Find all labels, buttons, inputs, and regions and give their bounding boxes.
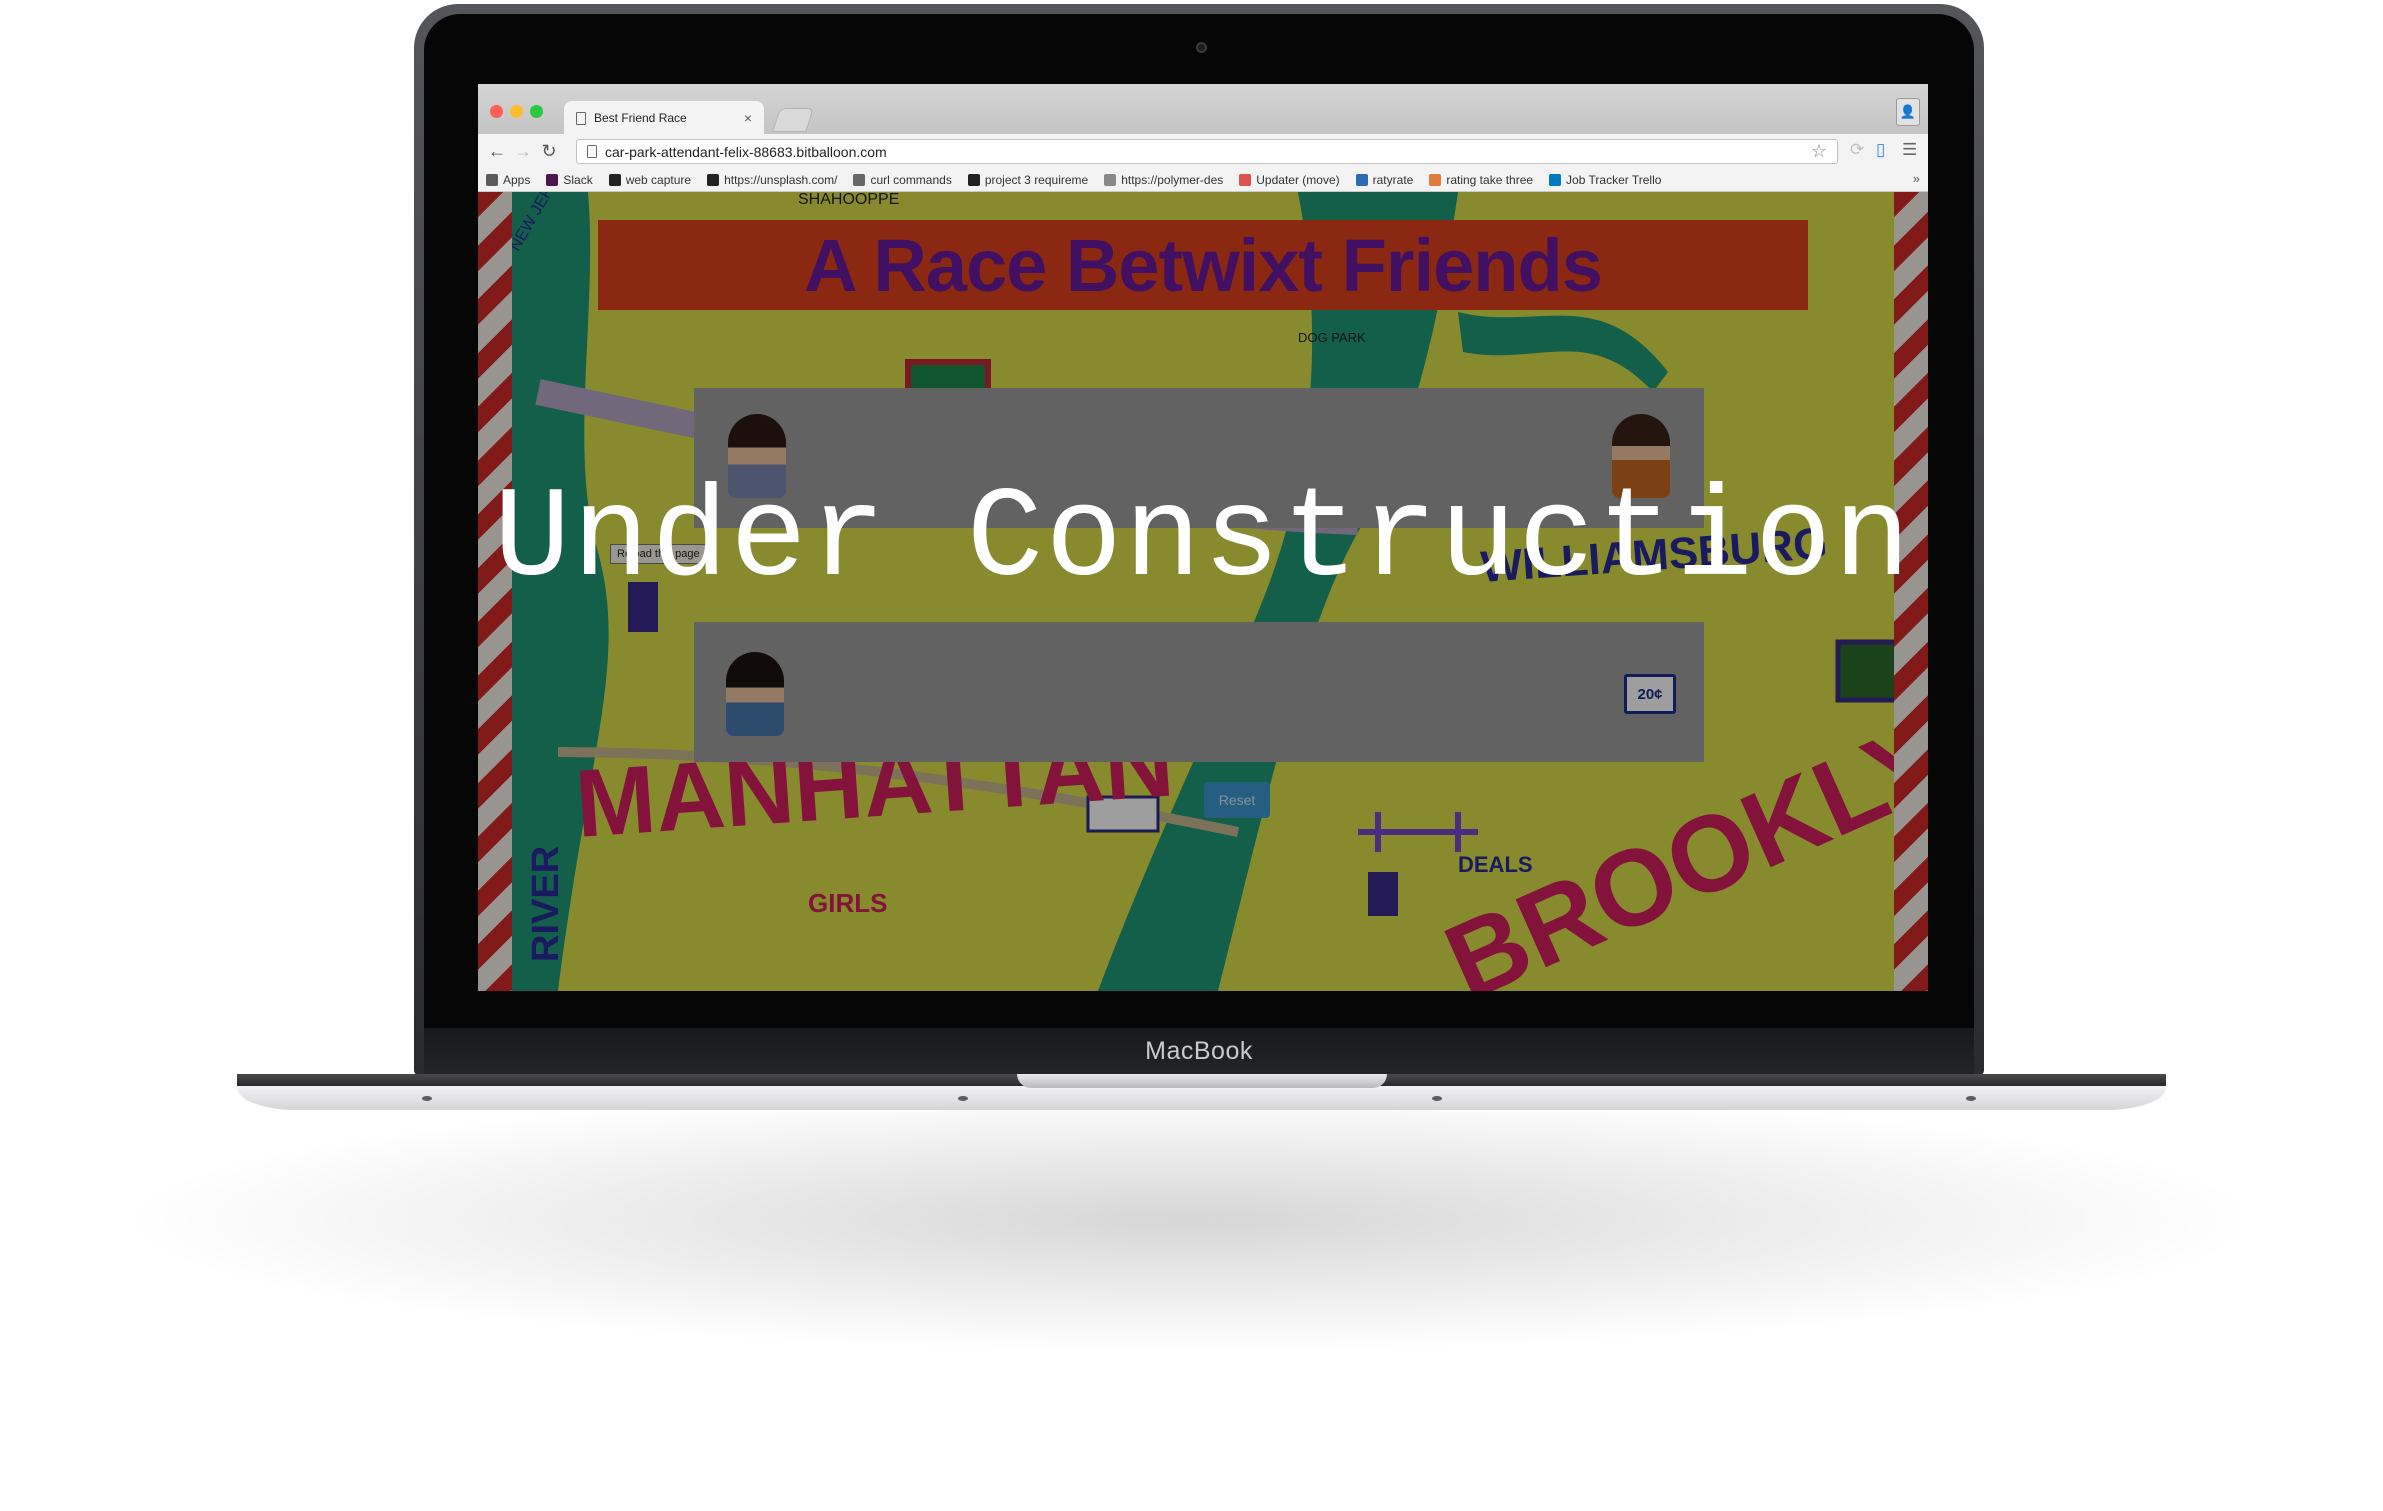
bookmark-item[interactable]: rating take three [1429, 173, 1533, 187]
bookmark-label: https://unsplash.com/ [724, 172, 838, 187]
bookmark-item[interactable]: web capture [608, 172, 692, 187]
laptop-opening-notch [1017, 1074, 1387, 1088]
bookmark-label: Slack [563, 172, 593, 187]
bookmark-star-icon[interactable]: ☆ [1811, 141, 1827, 162]
bookmark-item[interactable]: Slack [546, 172, 593, 187]
tab-title: Best Friend Race [594, 111, 687, 125]
menu-icon[interactable]: ☰ [1902, 140, 1917, 160]
bookmark-item[interactable]: https://unsplash.com/ [707, 173, 837, 187]
address-bar[interactable]: car-park-attendant-felix-88683.bitballoo… [576, 139, 1838, 164]
bookmark-label: rating take three [1446, 172, 1534, 187]
bookmark-label: Apps [503, 172, 531, 187]
slack-icon [546, 173, 559, 186]
page-icon [576, 111, 586, 125]
under-construction-text: Under Construction [493, 468, 1913, 613]
bookmark-label: Job Tracker Trello [1566, 172, 1662, 187]
new-tab-button[interactable] [772, 108, 814, 132]
extension-page-icon[interactable]: ▯ [1876, 140, 1885, 160]
laptop-foot [1432, 1096, 1442, 1101]
laptop-shadow [140, 1090, 2240, 1350]
ratyrate-icon [1355, 173, 1368, 186]
maximize-window-icon[interactable] [530, 105, 543, 118]
bookmark-item[interactable]: ratyrate [1355, 172, 1414, 187]
bookmark-item[interactable]: https://polymer-des [1104, 173, 1223, 187]
reload-icon[interactable]: ↻ [536, 141, 562, 162]
more-bookmarks-chevron-icon[interactable]: » [1913, 171, 1920, 186]
extension-icon[interactable]: ⟳ [1850, 140, 1864, 160]
bookmark-item[interactable]: project 3 requireme [967, 172, 1089, 187]
github-icon [608, 173, 621, 186]
bookmarks-bar: Apps Slack web capture https://unsplash.com… [478, 168, 1928, 192]
bookmark-label: https://polymer-des [1121, 172, 1224, 187]
laptop-base-lip [237, 1086, 2166, 1110]
bookmark-item[interactable]: curl commands [853, 172, 952, 187]
minimize-window-icon[interactable] [510, 105, 523, 118]
url-text: car-park-attendant-felix-88683.bitballoo… [605, 143, 887, 160]
camera-icon [1196, 42, 1207, 53]
close-tab-icon[interactable]: × [744, 110, 752, 126]
bookmark-label: curl commands [870, 172, 952, 187]
bookmark-item[interactable]: Job Tracker Trello [1549, 173, 1661, 187]
slashes-icon [853, 173, 866, 186]
laptop-screen: Best Friend Race × 👤 ← → ↻ car-park-atte… [478, 84, 1928, 991]
camera-icon [707, 173, 720, 186]
document-icon [1104, 173, 1117, 186]
bookmark-label: Updater (move) [1256, 172, 1340, 187]
web-page: MANHATTAN WILLIAMSBURG BROOKLYN RIVER GI… [478, 192, 1928, 991]
close-window-icon[interactable] [490, 105, 503, 118]
back-arrow-icon[interactable]: ← [484, 141, 510, 162]
github-icon [967, 173, 980, 186]
browser-tab-bar: Best Friend Race × 👤 [478, 84, 1928, 135]
apps-grid-icon [486, 173, 498, 186]
bookmark-label: web capture [625, 172, 692, 187]
brand-label: MacBook [1145, 1036, 1253, 1065]
page-info-icon [587, 145, 597, 158]
forward-arrow-icon[interactable]: → [510, 141, 536, 162]
bookmark-label: ratyrate [1372, 172, 1414, 187]
rating-icon [1429, 173, 1442, 186]
browser-toolbar: ← → ↻ car-park-attendant-felix-88683.bit… [478, 134, 1928, 168]
browser-tab[interactable]: Best Friend Race × [564, 101, 764, 135]
bookmark-item[interactable]: Updater (move) [1239, 172, 1340, 187]
bookmark-label: project 3 requireme [984, 172, 1089, 187]
laptop-foot [958, 1096, 968, 1101]
updater-icon [1239, 173, 1252, 186]
trello-icon [1549, 173, 1562, 186]
bookmark-item[interactable]: Apps [486, 173, 530, 187]
laptop-foot [1966, 1096, 1976, 1101]
screen-chin: MacBook [424, 1028, 1974, 1074]
user-profile-icon[interactable]: 👤 [1896, 98, 1920, 126]
laptop-foot [422, 1096, 432, 1101]
